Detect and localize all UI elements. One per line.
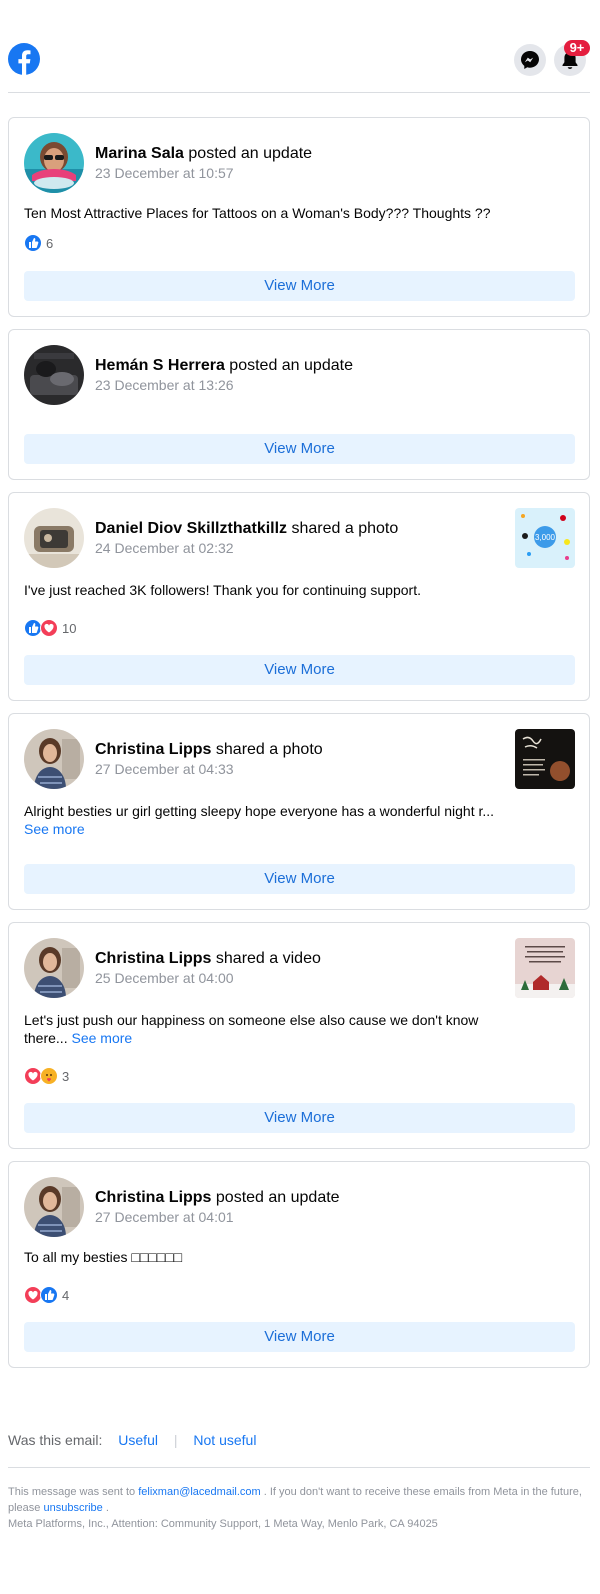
author-name[interactable]: Hemán S Herrera — [95, 357, 225, 374]
post-card: Christina Lipps shared a photo 27 Decemb… — [8, 713, 590, 910]
post-date: 27 December at 04:33 — [95, 761, 234, 777]
like-reaction-icon — [40, 1286, 58, 1304]
post-card: Hemán S Herrera posted an update 23 Dece… — [8, 329, 590, 480]
care-reaction-icon — [40, 1067, 58, 1085]
unsubscribe-link[interactable]: unsubscribe — [43, 1502, 102, 1514]
footer-sent-to-prefix: This message was sent to — [8, 1486, 136, 1498]
milestone-number: 3,000 — [535, 533, 556, 542]
reactions-row: 4 — [24, 1286, 70, 1304]
post-action: posted an update — [229, 357, 353, 374]
view-more-button[interactable]: View More — [24, 655, 575, 685]
see-more-link[interactable]: See more — [24, 821, 85, 837]
post-card: Daniel Diov Skillzthatkillz shared a pho… — [8, 492, 590, 701]
avatar[interactable] — [24, 508, 84, 568]
post-date: 24 December at 02:32 — [95, 540, 234, 556]
post-text: Alright besties ur girl getting sleepy h… — [24, 802, 504, 838]
post-date: 23 December at 13:26 — [95, 377, 234, 393]
view-more-button[interactable]: View More — [24, 1322, 575, 1352]
avatar[interactable] — [24, 729, 84, 789]
footer-divider — [8, 1467, 590, 1468]
post-title: Marina Sala posted an update — [95, 144, 312, 164]
avatar[interactable] — [24, 938, 84, 998]
footer-address: Meta Platforms, Inc., Attention: Communi… — [8, 1518, 438, 1530]
post-title: Christina Lipps shared a photo — [95, 740, 323, 760]
author-name[interactable]: Christina Lipps — [95, 1189, 211, 1206]
post-action: posted an update — [215, 1189, 340, 1206]
post-text-content: Alright besties ur girl getting sleepy h… — [24, 803, 495, 819]
email-footer: This message was sent to felixman@lacedm… — [8, 1484, 590, 1532]
reactions-row: 10 — [24, 619, 77, 637]
post-card: Christina Lipps shared a video 25 Decemb… — [8, 922, 590, 1149]
reaction-count: 3 — [62, 1068, 70, 1084]
recipient-email-link[interactable]: felixman@lacedmail.com — [138, 1486, 260, 1498]
post-text: To all my besties □□□□□□ — [24, 1249, 183, 1265]
facebook-logo-icon[interactable] — [8, 43, 40, 75]
notification-badge: 9+ — [564, 40, 590, 56]
post-action: shared a photo — [291, 520, 399, 537]
post-action: shared a photo — [215, 741, 323, 758]
author-name[interactable]: Daniel Diov Skillzthatkillz — [95, 520, 287, 537]
view-more-button[interactable]: View More — [24, 434, 575, 464]
useful-link[interactable]: Useful — [118, 1432, 158, 1448]
reaction-count: 6 — [46, 235, 54, 251]
not-useful-link[interactable]: Not useful — [193, 1432, 256, 1448]
author-name[interactable]: Christina Lipps — [95, 950, 211, 967]
post-title: Hemán S Herrera posted an update — [95, 356, 353, 376]
post-date: 27 December at 04:01 — [95, 1209, 234, 1225]
author-name[interactable]: Christina Lipps — [95, 741, 211, 758]
post-photo-thumbnail[interactable] — [515, 729, 575, 789]
post-action: shared a video — [215, 950, 321, 967]
post-title: Daniel Diov Skillzthatkillz shared a pho… — [95, 519, 398, 539]
email-feedback: Was this email: Useful | Not useful — [8, 1432, 256, 1448]
email-header: 9+ — [8, 40, 590, 93]
post-title: Christina Lipps posted an update — [95, 1188, 340, 1208]
post-photo-thumbnail[interactable]: 3,000 — [515, 508, 575, 568]
post-date: 23 December at 10:57 — [95, 165, 234, 181]
messenger-button[interactable] — [514, 44, 546, 76]
feedback-question: Was this email: — [8, 1432, 103, 1448]
post-text: I've just reached 3K followers! Thank yo… — [24, 582, 421, 598]
author-name[interactable]: Marina Sala — [95, 145, 184, 162]
view-more-button[interactable]: View More — [24, 271, 575, 301]
avatar[interactable] — [24, 345, 84, 405]
post-action: posted an update — [188, 145, 313, 162]
footer-period: . — [105, 1502, 109, 1514]
view-more-button[interactable]: View More — [24, 864, 575, 894]
reactions-row: 6 — [24, 234, 54, 252]
like-reaction-icon — [24, 234, 42, 252]
post-video-thumbnail[interactable] — [515, 938, 575, 998]
post-text: Ten Most Attractive Places for Tattoos o… — [24, 205, 491, 221]
reaction-count: 4 — [62, 1287, 70, 1303]
reaction-count: 10 — [62, 620, 77, 636]
post-card: Marina Sala posted an update 23 December… — [8, 117, 590, 317]
post-text: Let's just push our happiness on someone… — [24, 1011, 494, 1047]
feedback-separator: | — [173, 1432, 178, 1448]
post-title: Christina Lipps shared a video — [95, 949, 321, 969]
messenger-icon — [521, 51, 539, 69]
post-card: Christina Lipps posted an update 27 Dece… — [8, 1161, 590, 1368]
view-more-button[interactable]: View More — [24, 1103, 575, 1133]
see-more-link[interactable]: See more — [71, 1030, 132, 1046]
avatar[interactable] — [24, 133, 84, 193]
reactions-row: 3 — [24, 1067, 70, 1085]
avatar[interactable] — [24, 1177, 84, 1237]
post-date: 25 December at 04:00 — [95, 970, 234, 986]
love-reaction-icon — [40, 619, 58, 637]
